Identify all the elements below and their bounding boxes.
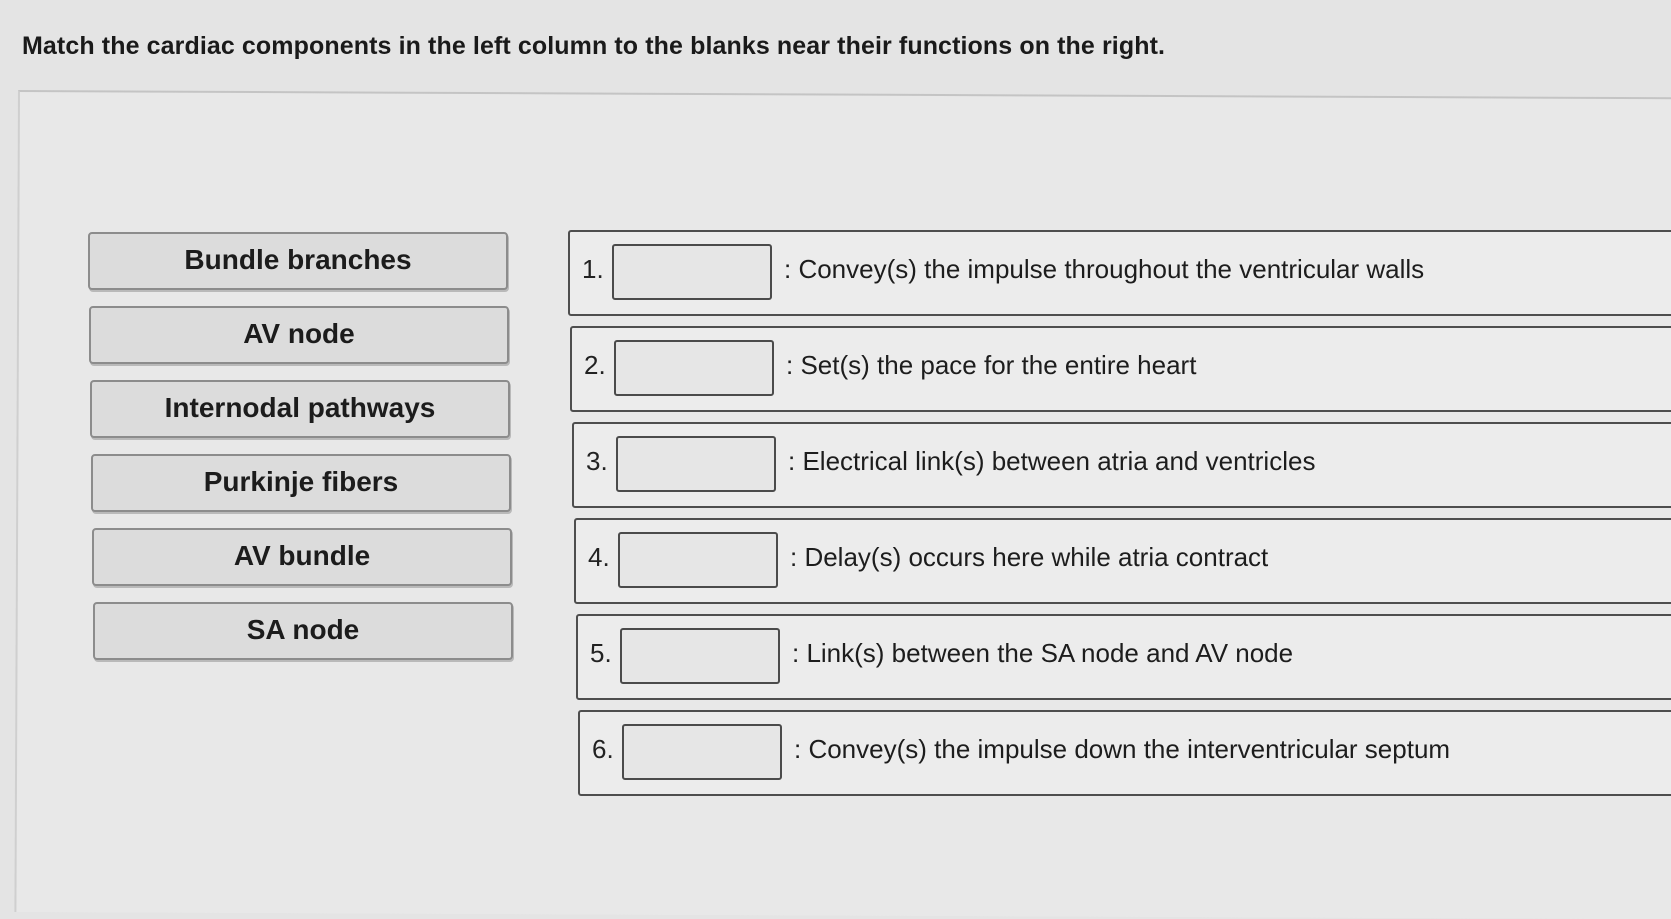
answer-tile-purkinje-fibers[interactable]: Purkinje fibers [91, 454, 511, 512]
function-description: : Link(s) between the SA node and AV nod… [792, 638, 1294, 668]
target-row-2: 2. : Set(s) the pace for the entire hear… [570, 326, 1671, 412]
row-number: 4. [588, 542, 610, 572]
function-description: : Convey(s) the impulse down the interve… [794, 734, 1451, 764]
drop-blank-3[interactable] [616, 436, 776, 492]
target-row-6: 6. : Convey(s) the impulse down the inte… [578, 710, 1671, 796]
row-number: 5. [590, 638, 612, 668]
function-description: : Electrical link(s) between atria and v… [788, 446, 1316, 476]
function-description: : Convey(s) the impulse throughout the v… [784, 254, 1425, 284]
answer-tile-sa-node[interactable]: SA node [93, 602, 513, 660]
row-number: 3. [586, 446, 608, 476]
answer-tile-internodal-pathways[interactable]: Internodal pathways [90, 380, 510, 438]
drop-blank-6[interactable] [622, 724, 782, 780]
row-number: 1. [582, 254, 604, 284]
answer-tile-av-bundle[interactable]: AV bundle [92, 528, 512, 586]
drop-blank-1[interactable] [612, 244, 772, 300]
function-description: : Delay(s) occurs here while atria contr… [790, 542, 1269, 572]
answer-tile-av-node[interactable]: AV node [89, 306, 509, 364]
drop-blank-2[interactable] [614, 340, 774, 396]
target-row-3: 3. : Electrical link(s) between atria an… [572, 422, 1671, 508]
row-number: 6. [592, 734, 614, 764]
target-row-5: 5. : Link(s) between the SA node and AV … [576, 614, 1671, 700]
target-row-1: 1. : Convey(s) the impulse throughout th… [568, 230, 1671, 316]
answer-tile-bundle-branches[interactable]: Bundle branches [88, 232, 508, 290]
row-number: 2. [584, 350, 606, 380]
drop-blank-4[interactable] [618, 532, 778, 588]
target-row-4: 4. : Delay(s) occurs here while atria co… [574, 518, 1671, 604]
function-description: : Set(s) the pace for the entire heart [786, 350, 1197, 380]
question-instruction: Match the cardiac components in the left… [22, 32, 1166, 60]
drop-blank-5[interactable] [620, 628, 780, 684]
